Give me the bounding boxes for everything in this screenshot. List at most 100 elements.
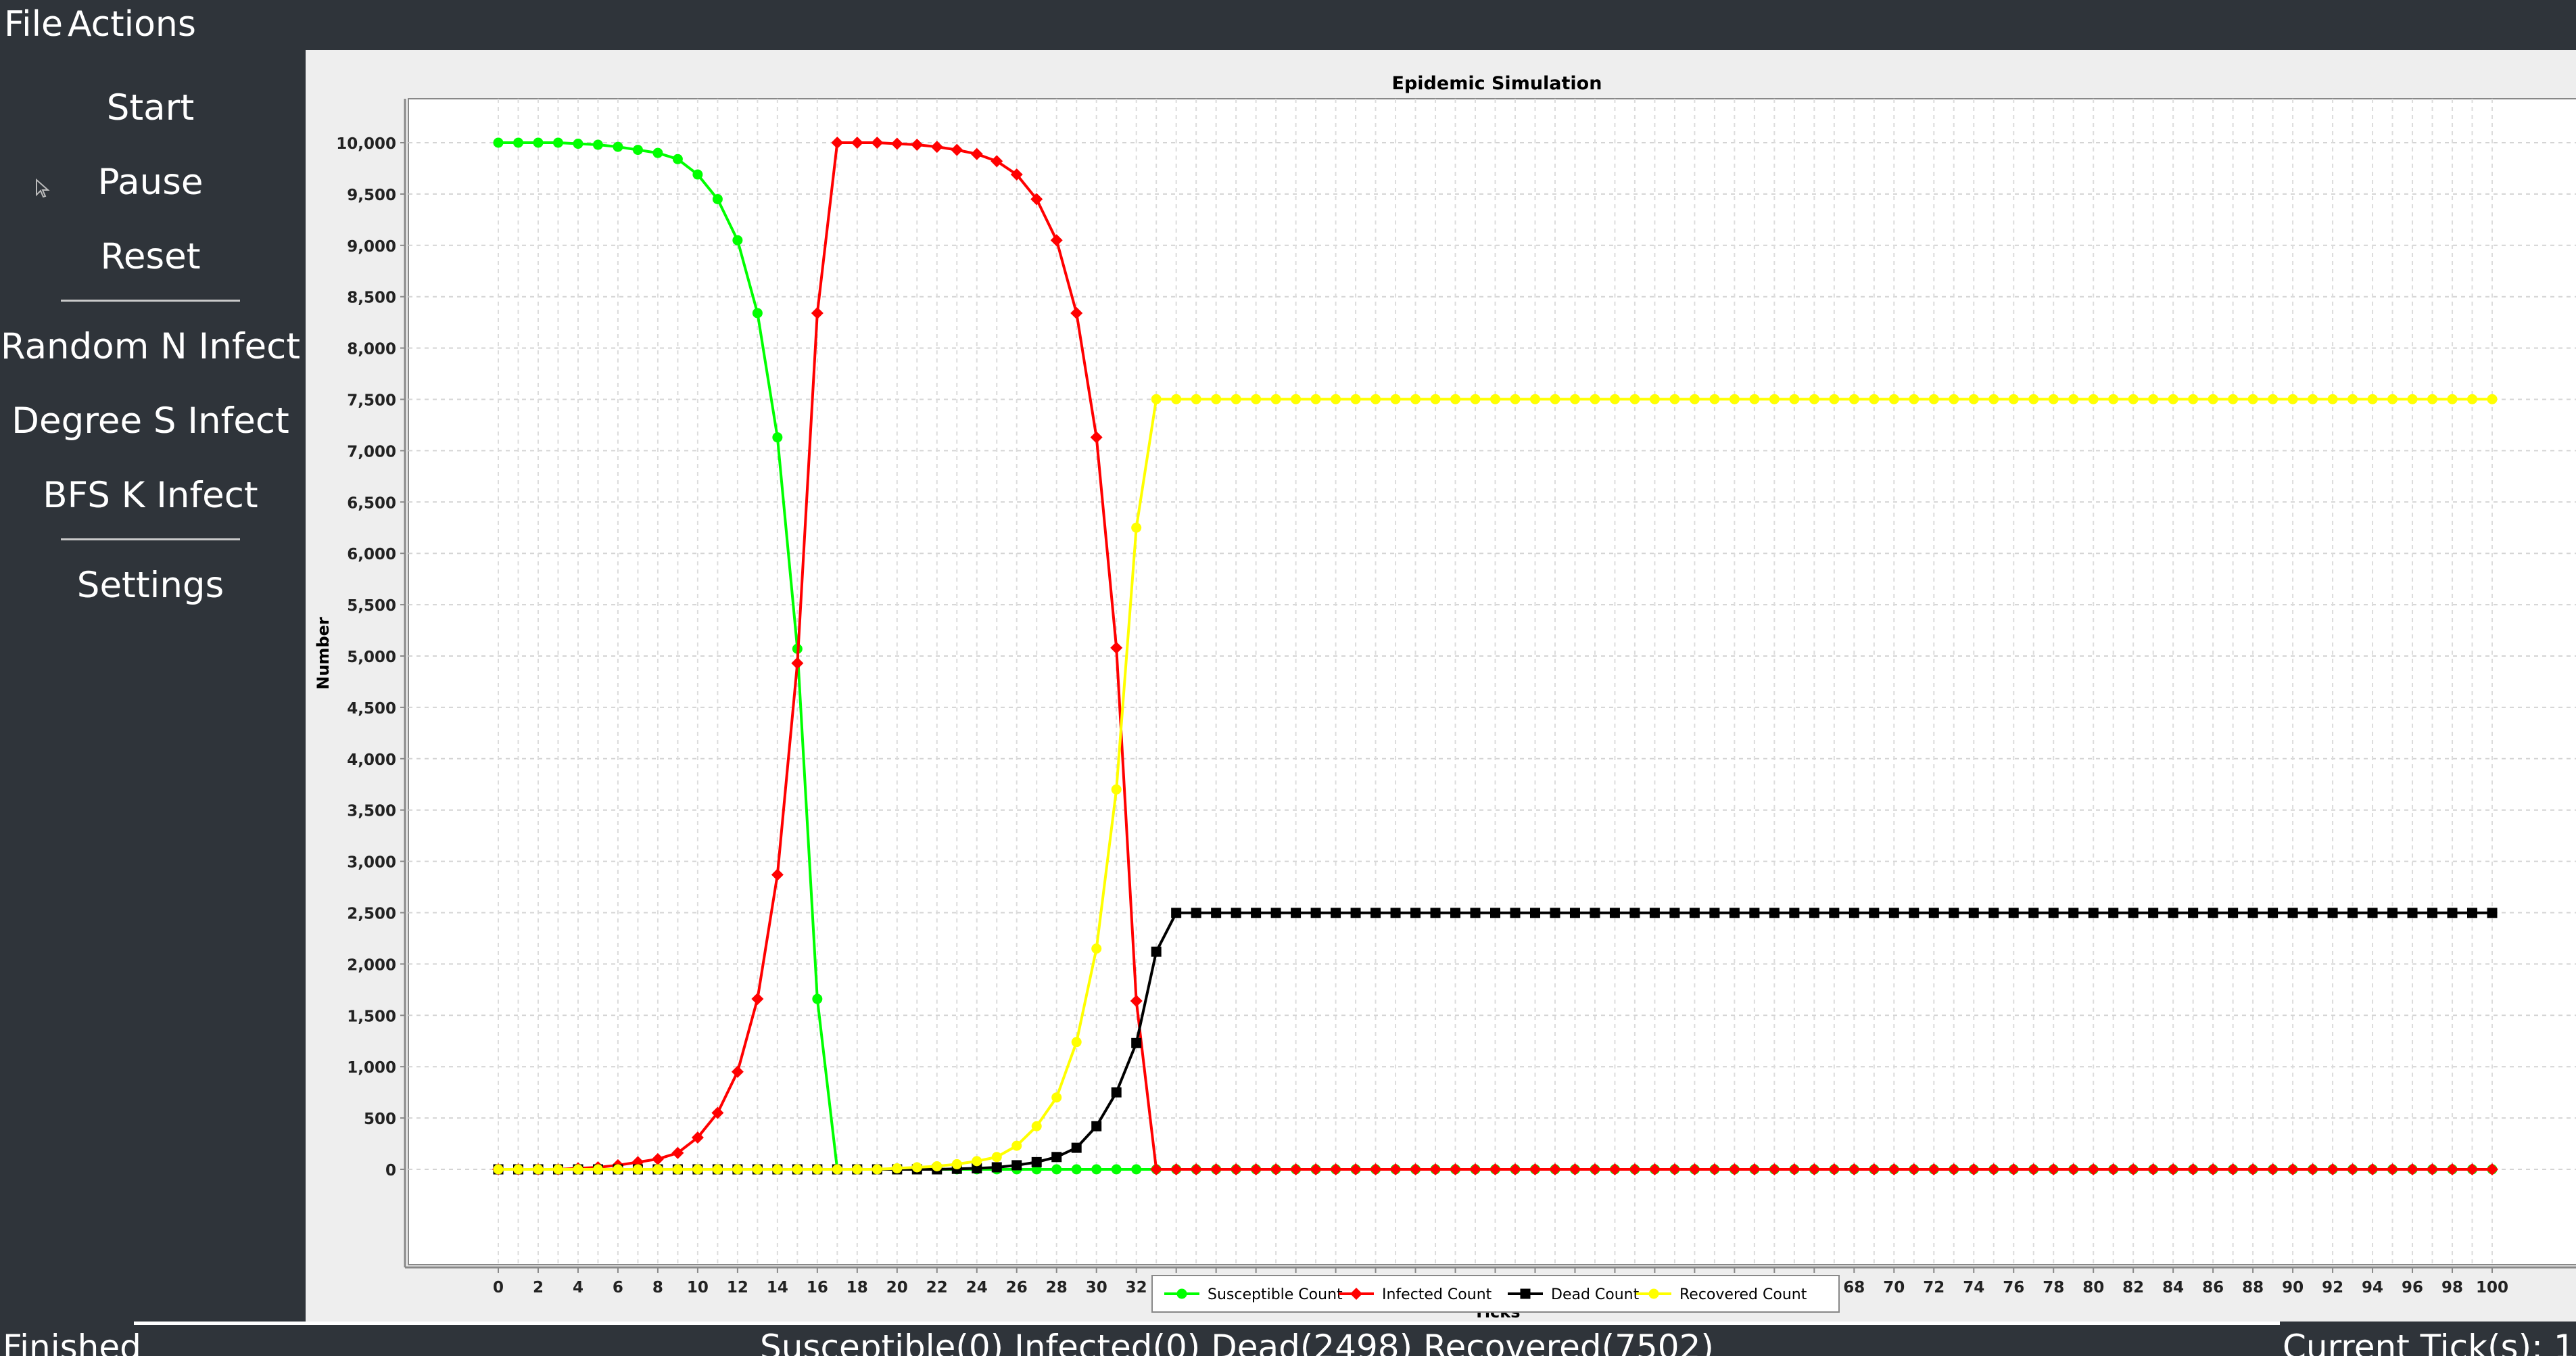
data-point xyxy=(1550,908,1560,918)
data-point xyxy=(2487,908,2498,918)
data-point xyxy=(872,1164,882,1175)
data-point xyxy=(1310,908,1321,918)
data-point xyxy=(1231,394,1241,404)
data-point xyxy=(1709,394,1720,404)
data-point xyxy=(2048,908,2059,918)
y-tick-label: 0 xyxy=(385,1162,396,1179)
data-point xyxy=(1689,908,1700,918)
legend-marker xyxy=(1176,1288,1187,1299)
data-point xyxy=(1709,908,1720,918)
x-tick-label: 86 xyxy=(2202,1279,2224,1296)
x-tick-label: 2 xyxy=(533,1279,544,1296)
x-tick-label: 28 xyxy=(1046,1279,1068,1296)
sidebar: Start Pause Reset Random N Infect Degree… xyxy=(0,50,306,1322)
data-point xyxy=(2228,394,2239,404)
data-point xyxy=(2128,394,2139,404)
data-point xyxy=(2367,908,2378,918)
data-point xyxy=(2327,394,2338,404)
data-point xyxy=(1430,394,1441,404)
data-point xyxy=(1529,908,1540,918)
data-point xyxy=(1131,1037,1142,1048)
data-point xyxy=(2387,908,2398,918)
data-point xyxy=(2268,394,2279,404)
data-point xyxy=(1131,1164,1142,1175)
data-point xyxy=(1011,1140,1022,1151)
data-point xyxy=(573,139,583,149)
data-point xyxy=(1968,394,1979,404)
data-point xyxy=(2268,908,2279,918)
y-tick-label: 8,000 xyxy=(347,341,396,358)
data-point xyxy=(2108,394,2119,404)
settings-button[interactable]: Settings xyxy=(0,562,301,609)
data-point xyxy=(613,1164,623,1175)
data-point xyxy=(1649,908,1660,918)
data-point xyxy=(692,1164,703,1175)
reset-button[interactable]: Reset xyxy=(0,233,301,281)
sidebar-separator xyxy=(61,538,240,540)
data-point xyxy=(1031,1121,1042,1131)
data-point xyxy=(1370,394,1381,404)
data-point xyxy=(1848,908,1859,918)
x-tick-label: 100 xyxy=(2476,1279,2508,1296)
chart-title: Epidemic Simulation xyxy=(1392,73,1602,94)
data-point xyxy=(732,1164,743,1175)
data-point xyxy=(2308,394,2318,404)
data-point xyxy=(2327,908,2338,918)
data-point xyxy=(1609,908,1620,918)
data-point xyxy=(1111,1164,1122,1175)
data-point xyxy=(2108,908,2119,918)
data-point xyxy=(2287,908,2298,918)
menu-file[interactable]: File xyxy=(4,3,63,46)
data-point xyxy=(1071,1037,1082,1048)
data-point xyxy=(692,169,703,180)
menu-actions[interactable]: Actions xyxy=(68,3,196,46)
data-point xyxy=(1529,394,1540,404)
data-point xyxy=(911,1162,922,1173)
data-point xyxy=(972,1156,982,1167)
x-tick-label: 90 xyxy=(2282,1279,2304,1296)
data-point xyxy=(1151,946,1162,957)
data-point xyxy=(1689,394,1700,404)
status-state: Finished xyxy=(3,1328,141,1356)
data-point xyxy=(1590,394,1600,404)
data-point xyxy=(1869,394,1880,404)
data-point xyxy=(1291,394,1302,404)
bfs-k-infect-button[interactable]: BFS K Infect xyxy=(0,472,301,519)
data-point xyxy=(2188,394,2199,404)
y-axis-label: Number xyxy=(314,617,333,690)
data-point xyxy=(752,1164,763,1175)
legend: Susceptible Count Infected Count Dead Coun… xyxy=(1151,1275,1840,1313)
data-point xyxy=(1928,394,1939,404)
data-point xyxy=(2128,908,2139,918)
data-point xyxy=(1390,908,1401,918)
random-n-infect-button[interactable]: Random N Infect xyxy=(0,323,301,371)
menu-bar: File Actions xyxy=(0,0,2576,50)
data-point xyxy=(1829,394,1840,404)
data-point xyxy=(1490,394,1500,404)
data-point xyxy=(1968,908,1979,918)
data-point xyxy=(1869,908,1880,918)
data-point xyxy=(812,1164,823,1175)
status-counts: Susceptible(0) Infected(0) Dead(2498) Re… xyxy=(760,1328,1714,1356)
data-point xyxy=(632,1164,643,1175)
data-point xyxy=(1949,394,1959,404)
y-tick-label: 9,500 xyxy=(347,187,396,204)
start-button[interactable]: Start xyxy=(0,85,301,132)
x-tick-label: 76 xyxy=(2003,1279,2024,1296)
data-point xyxy=(2068,908,2079,918)
degree-s-infect-button[interactable]: Degree S Infect xyxy=(0,398,301,445)
data-point xyxy=(1091,1164,1102,1175)
data-point xyxy=(1410,394,1421,404)
y-tick-label: 7,500 xyxy=(347,392,396,410)
data-point xyxy=(1809,908,1819,918)
data-point xyxy=(852,1164,863,1175)
data-point xyxy=(1111,1087,1122,1098)
data-point xyxy=(1809,394,1819,404)
data-point xyxy=(2168,908,2178,918)
data-point xyxy=(2028,908,2039,918)
data-point xyxy=(2148,908,2159,918)
data-point xyxy=(1131,522,1142,533)
x-tick-label: 18 xyxy=(846,1279,868,1296)
data-point xyxy=(1949,908,1959,918)
x-tick-label: 10 xyxy=(687,1279,709,1296)
